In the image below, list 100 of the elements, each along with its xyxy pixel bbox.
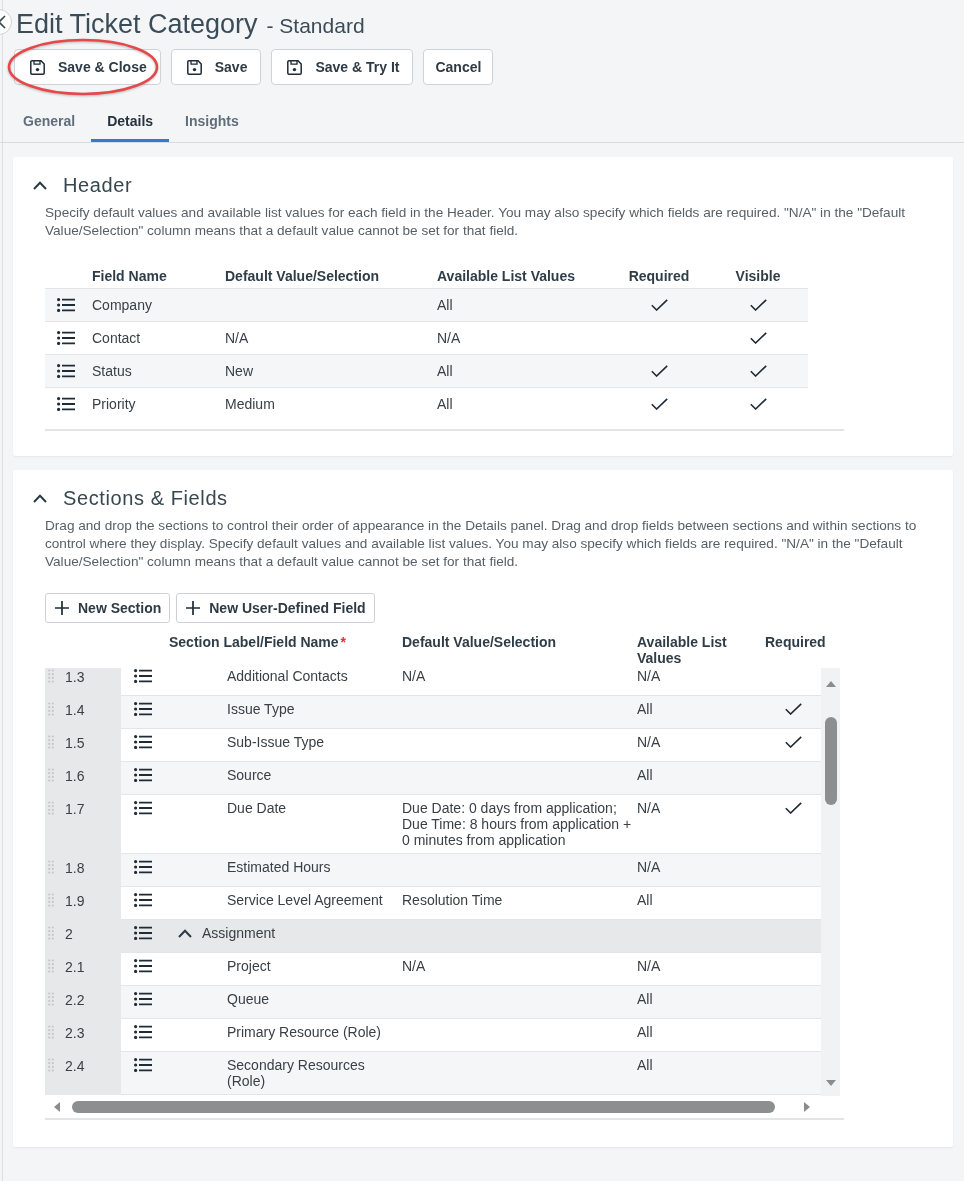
page-subtitle: - Standard <box>266 14 365 37</box>
table-cell-text: Status <box>92 363 133 379</box>
table-cell: All <box>637 767 653 783</box>
scroll-left-icon[interactable] <box>54 1102 60 1112</box>
table-cell: Sub-Issue Type <box>227 734 325 750</box>
table-cell: N/A <box>637 800 661 816</box>
table-cell: Service Level Agreement <box>227 892 383 908</box>
drag-grip-icon[interactable] <box>48 992 54 1006</box>
list-icon[interactable] <box>134 735 152 749</box>
row-number: 1.6 <box>65 768 85 784</box>
table-cell-text: N/A <box>437 330 462 346</box>
list-icon[interactable] <box>134 1058 152 1072</box>
row-number: 2.3 <box>65 1025 85 1041</box>
table-cell: All <box>637 701 653 717</box>
table-cell: Additional Contacts <box>227 668 348 684</box>
table-cell: Estimated Hours <box>227 859 331 875</box>
drag-grip-icon[interactable] <box>48 959 54 973</box>
panel-description: Specify default values and available list values for each field in the Header. You may also specify which fields are required. "N/A" in the "Default Value/Selection" column means that a default value cannot be set for that field. <box>45 204 907 240</box>
chevron-up-icon[interactable] <box>33 493 47 503</box>
table-cell-text: Contact <box>92 330 142 346</box>
table-cell-text: Company <box>92 297 153 313</box>
add-button[interactable]: New User-Defined Field <box>176 593 375 623</box>
row-number: 1.3 <box>65 669 85 685</box>
add-button[interactable]: New Section <box>45 593 171 623</box>
section-label: Assignment <box>202 925 276 941</box>
drag-grip-icon[interactable] <box>48 702 54 716</box>
toolbar-button[interactable]: Cancel <box>423 49 494 85</box>
list-icon[interactable] <box>134 1025 152 1039</box>
table-cell-text: N/A <box>225 330 250 346</box>
list-icon[interactable] <box>134 893 152 907</box>
table-cell-text: All <box>437 396 454 412</box>
toolbar-button[interactable]: Save & Try It <box>271 49 414 85</box>
table-cell: Source <box>227 767 272 783</box>
table-cell: Resolution Time <box>402 892 503 908</box>
table-cell-text: Priority <box>92 396 137 412</box>
drag-grip-icon[interactable] <box>48 735 54 749</box>
vertical-scrollbar[interactable] <box>821 668 840 1096</box>
table-cell-text: All <box>437 297 454 313</box>
column-header: Default Value/Selection <box>225 267 380 284</box>
plus-icon <box>186 601 201 615</box>
table-cell: All <box>637 892 653 908</box>
chevron-up-icon[interactable] <box>178 928 192 938</box>
table-cell: All <box>637 991 653 1007</box>
tab[interactable]: General <box>7 100 92 142</box>
toolbar-button[interactable]: Save & Close <box>14 49 161 85</box>
table-cell-text: New <box>225 363 254 379</box>
table-cell: All <box>637 1024 653 1040</box>
scrollbar-thumb[interactable] <box>824 717 837 805</box>
chevron-up-icon[interactable] <box>33 180 47 190</box>
scrollbar-thumb[interactable] <box>72 1101 775 1113</box>
list-icon[interactable] <box>134 959 152 973</box>
list-icon[interactable] <box>134 702 152 716</box>
list-icon[interactable] <box>57 298 75 312</box>
scroll-right-icon[interactable] <box>804 1102 810 1112</box>
close-icon[interactable] <box>0 8 12 36</box>
table-cell: Issue Type <box>227 701 295 717</box>
drag-grip-icon[interactable] <box>48 1025 54 1039</box>
row-number: 1.5 <box>65 735 85 751</box>
row-number: 2.1 <box>65 959 85 975</box>
list-icon[interactable] <box>57 331 75 345</box>
panel-title: Header <box>63 173 133 197</box>
drag-grip-icon[interactable] <box>48 926 54 940</box>
list-icon[interactable] <box>134 992 152 1006</box>
toolbar-button[interactable]: Save <box>170 49 262 85</box>
list-icon[interactable] <box>57 397 75 411</box>
drag-grip-icon[interactable] <box>48 768 54 782</box>
row-number: 2.4 <box>65 1058 85 1074</box>
column-header: Visible <box>735 267 781 284</box>
column-header: Section Label/Field Name* <box>169 634 347 650</box>
column-header: Available List Values <box>637 634 727 666</box>
column-header: Required <box>765 634 826 650</box>
table-cell: N/A <box>637 668 661 684</box>
drag-grip-icon[interactable] <box>48 669 54 683</box>
scroll-down-icon[interactable] <box>825 1080 836 1086</box>
list-icon[interactable] <box>134 801 152 815</box>
list-icon[interactable] <box>134 926 152 940</box>
table-cell: N/A <box>637 958 661 974</box>
table-cell: All <box>637 1057 653 1073</box>
page-title: Edit Ticket Category <box>16 9 258 39</box>
row-number: 1.8 <box>65 860 85 876</box>
drag-grip-icon[interactable] <box>48 1058 54 1072</box>
drag-grip-icon[interactable] <box>48 893 54 907</box>
row-number: 1.9 <box>65 893 85 909</box>
scroll-up-icon[interactable] <box>825 681 836 687</box>
tab[interactable]: Details <box>91 100 170 142</box>
list-icon[interactable] <box>134 860 152 874</box>
list-icon[interactable] <box>57 364 75 378</box>
list-icon[interactable] <box>134 669 152 683</box>
panel-description: Drag and drop the sections to control their order of appearance in the Details panel. Drag and drop fields between sections and within sections to control where they display. Specify default values and available list values. You may also specify which fields are required. "N/A" in the "Default Value/Selection" column means that a default value cannot be set for that field. <box>45 517 918 571</box>
table-cell: N/A <box>402 958 426 974</box>
table-cell: N/A <box>637 734 661 750</box>
tab[interactable]: Insights <box>169 100 255 142</box>
table-cell: Primary Resource (Role) <box>227 1024 382 1040</box>
drag-grip-icon[interactable] <box>48 860 54 874</box>
column-header: Available List Values <box>437 267 575 284</box>
row-number: 1.4 <box>65 702 85 718</box>
table-cell: Project <box>227 958 271 974</box>
table-cell: N/A <box>637 859 661 875</box>
list-icon[interactable] <box>134 768 152 782</box>
drag-grip-icon[interactable] <box>48 801 54 815</box>
